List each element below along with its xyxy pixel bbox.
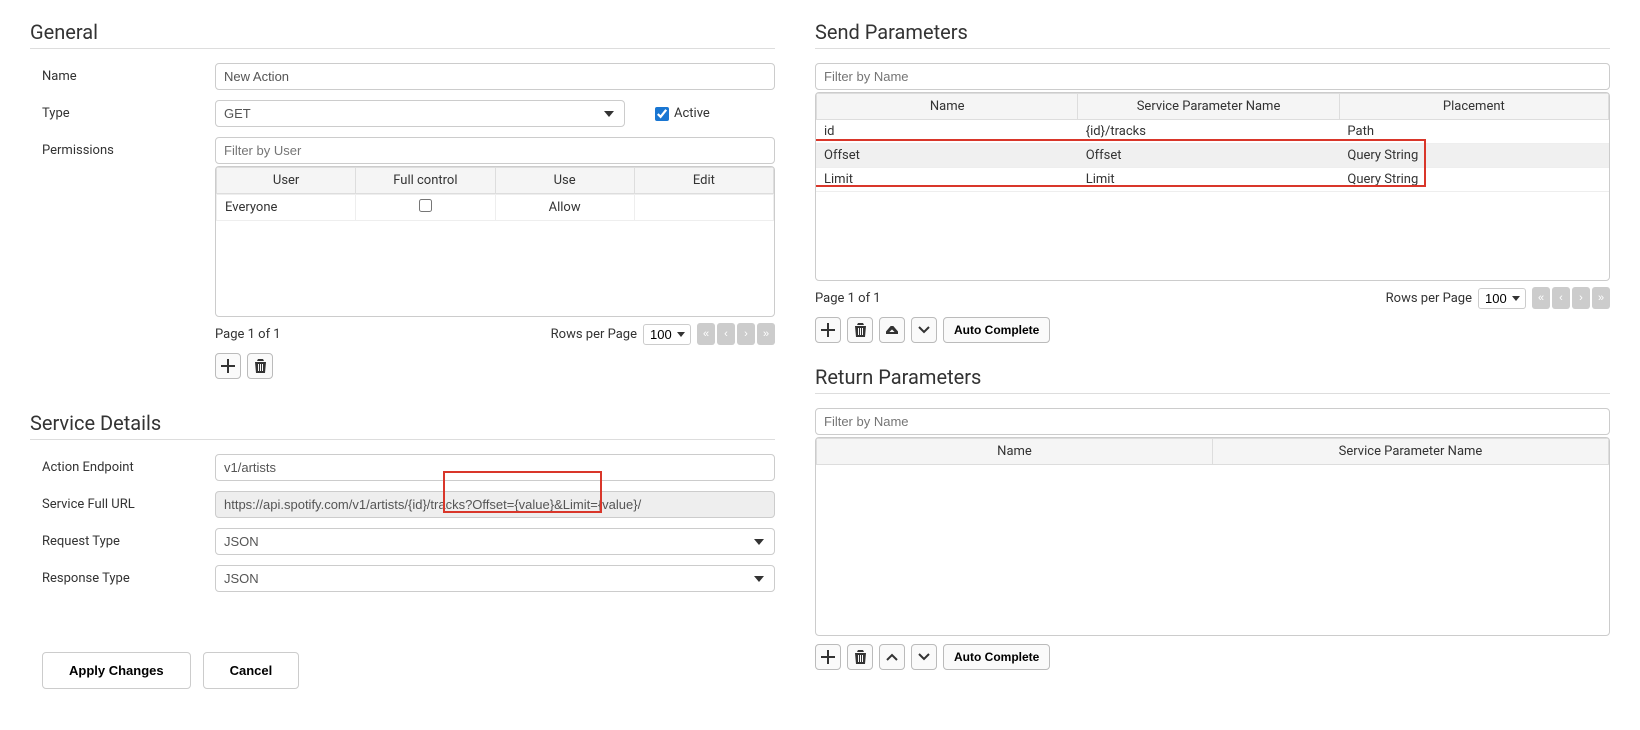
move-down-button[interactable]	[911, 644, 937, 670]
return-header-name: Name	[817, 439, 1213, 465]
return-params-section-title: Return Parameters	[815, 365, 1610, 394]
send-params-section-title: Send Parameters	[815, 20, 1610, 49]
perm-use-cell: Allow	[495, 195, 634, 221]
perm-edit-cell	[634, 195, 773, 221]
table-row[interactable]: id {id}/tracks Path	[816, 120, 1609, 144]
active-label: Active	[674, 106, 710, 121]
table-row[interactable]: Everyone Allow	[217, 195, 774, 221]
plus-icon	[221, 359, 235, 373]
plus-icon	[821, 650, 835, 664]
move-down-button[interactable]	[911, 317, 937, 343]
trash-icon	[254, 359, 267, 373]
delete-button[interactable]	[847, 644, 873, 670]
delete-button[interactable]	[847, 317, 873, 343]
response-type-select[interactable]: JSON	[215, 565, 775, 592]
send-rows-select[interactable]: 100	[1478, 288, 1526, 309]
table-row[interactable]: Offset Offset Query String	[816, 144, 1609, 168]
perm-full-control-cell[interactable]	[356, 195, 495, 221]
add-button[interactable]	[815, 317, 841, 343]
permissions-table: User Full control Use Edit Everyone	[215, 166, 775, 317]
name-input[interactable]	[215, 63, 775, 90]
service-details-section-title: Service Details	[30, 411, 775, 440]
send-page-info: Page 1 of 1	[815, 291, 881, 306]
perm-header-use: Use	[495, 168, 634, 194]
endpoint-input[interactable]	[215, 454, 775, 481]
move-up-button[interactable]	[879, 644, 905, 670]
chevron-down-icon	[918, 326, 930, 334]
send-rows-label: Rows per Page	[1386, 291, 1472, 306]
auto-complete-button[interactable]: Auto Complete	[943, 644, 1050, 670]
apply-changes-button[interactable]: Apply Changes	[42, 652, 191, 689]
name-label: Name	[30, 63, 215, 84]
return-params-table: Name Service Parameter Name	[815, 437, 1610, 636]
table-row[interactable]: Limit Limit Query String	[816, 168, 1609, 192]
request-type-select[interactable]: JSON	[215, 528, 775, 555]
send-header-placement: Placement	[1339, 94, 1608, 120]
auto-complete-button[interactable]: Auto Complete	[943, 317, 1050, 343]
chevron-up-icon	[886, 326, 898, 334]
perm-page-info: Page 1 of 1	[215, 327, 281, 342]
response-type-label: Response Type	[30, 565, 215, 586]
permissions-label: Permissions	[30, 137, 215, 158]
send-header-name: Name	[817, 94, 1078, 120]
delete-button[interactable]	[247, 353, 273, 379]
perm-rows-label: Rows per Page	[551, 327, 637, 342]
endpoint-label: Action Endpoint	[30, 454, 215, 475]
type-select[interactable]: GET	[215, 100, 625, 127]
active-checkbox-wrap[interactable]: Active	[655, 106, 710, 121]
perm-header-user: User	[217, 168, 356, 194]
url-input	[215, 491, 775, 518]
pager-prev-button[interactable]: ‹	[1552, 287, 1570, 309]
request-type-label: Request Type	[30, 528, 215, 549]
send-params-filter-input[interactable]	[815, 63, 1610, 90]
perm-user-cell: Everyone	[217, 195, 356, 221]
move-up-button[interactable]	[879, 317, 905, 343]
pager-next-button[interactable]: ›	[1572, 287, 1590, 309]
cancel-button[interactable]: Cancel	[203, 652, 300, 689]
perm-full-control-checkbox[interactable]	[419, 199, 432, 212]
pager-first-button[interactable]: «	[1532, 287, 1550, 309]
pager-prev-button[interactable]: ‹	[717, 323, 735, 345]
chevron-up-icon	[886, 653, 898, 661]
plus-icon	[821, 323, 835, 337]
return-params-filter-input[interactable]	[815, 408, 1610, 435]
perm-header-edit: Edit	[634, 168, 773, 194]
type-label: Type	[30, 100, 215, 121]
general-section-title: General	[30, 20, 775, 49]
url-label: Service Full URL	[30, 491, 215, 512]
pager-last-button[interactable]: »	[1592, 287, 1610, 309]
pager-first-button[interactable]: «	[697, 323, 715, 345]
trash-icon	[854, 650, 867, 664]
add-button[interactable]	[215, 353, 241, 379]
trash-icon	[854, 323, 867, 337]
add-button[interactable]	[815, 644, 841, 670]
perm-header-full-control: Full control	[356, 168, 495, 194]
return-header-svc: Service Parameter Name	[1213, 439, 1609, 465]
pager-last-button[interactable]: »	[757, 323, 775, 345]
chevron-down-icon	[918, 653, 930, 661]
send-header-svc: Service Parameter Name	[1078, 94, 1339, 120]
send-params-table: Name Service Parameter Name Placement id…	[815, 92, 1610, 281]
perm-rows-select[interactable]: 100	[643, 324, 691, 345]
permissions-filter-input[interactable]	[215, 137, 775, 164]
pager-next-button[interactable]: ›	[737, 323, 755, 345]
active-checkbox[interactable]	[655, 107, 669, 121]
